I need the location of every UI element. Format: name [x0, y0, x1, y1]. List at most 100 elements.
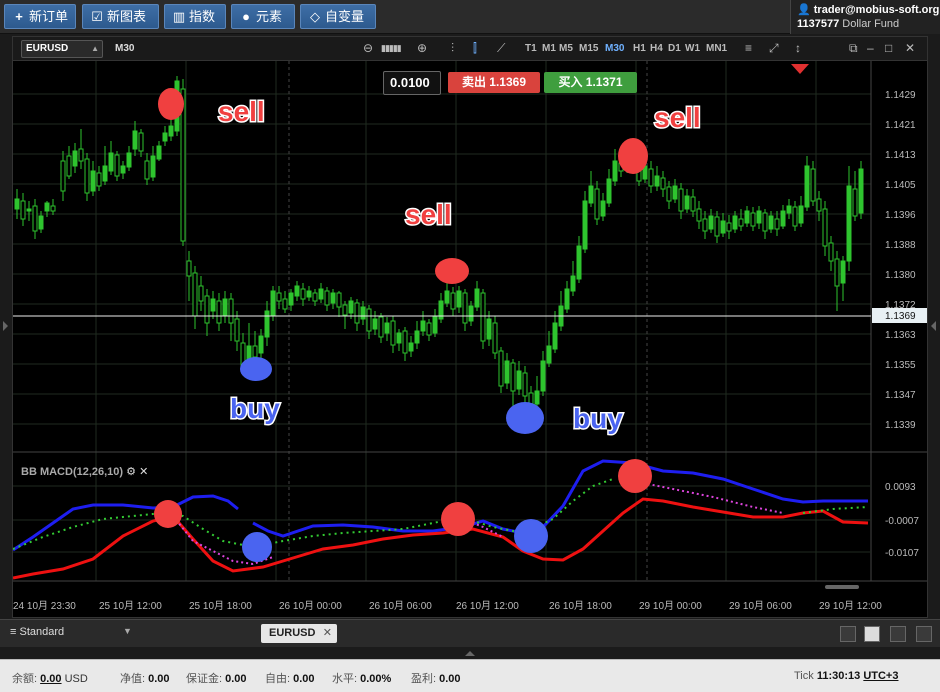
timeframe-m15[interactable]: M15: [579, 43, 598, 54]
symbol-select[interactable]: EURUSD ▲: [21, 40, 103, 58]
current-price-label: 1.1369: [885, 311, 916, 322]
candle-body: [648, 168, 654, 187]
chart-canvas[interactable]: 1.1429 1.1421 1.1413 1.1405 1.1396 1.1388 1.13…: [13, 61, 927, 617]
timeframe-t1[interactable]: T1: [525, 43, 537, 54]
new-order-label: 新订单: [29, 9, 69, 24]
layout-columns-button[interactable]: [890, 626, 906, 642]
indicator-close-icon[interactable]: ✕: [139, 466, 148, 478]
minimize-icon[interactable]: –: [867, 41, 874, 55]
shapes-icon: ●: [242, 9, 250, 24]
candle-body: [300, 288, 306, 300]
new-chart-button[interactable]: ☑ 新图表: [82, 4, 159, 29]
timeframe-d1[interactable]: D1: [668, 43, 681, 54]
zoom-in-icon[interactable]: ⊕: [417, 41, 427, 55]
timeframe-mn1[interactable]: MN1: [706, 43, 727, 54]
close-icon[interactable]: ✕: [905, 41, 915, 55]
candle-body: [270, 290, 276, 317]
sell-button[interactable]: 卖出 1.1369: [448, 72, 540, 93]
candle-body: [660, 177, 666, 190]
timeframe-w1[interactable]: W1: [685, 43, 700, 54]
macd-blue-line: [13, 494, 239, 552]
chart-tab-label: EURUSD: [269, 627, 316, 639]
tab-close-icon[interactable]: ✕: [323, 624, 332, 643]
macd-buy-marker: [242, 532, 272, 562]
balance-value[interactable]: 0.00: [40, 673, 61, 685]
candle-body: [534, 390, 540, 405]
candle-body: [684, 195, 690, 210]
candle-body: [312, 292, 318, 302]
margin-level: 水平: 0.00%: [332, 673, 392, 685]
candle-body: [252, 345, 258, 358]
elements-button[interactable]: ● 元素: [231, 4, 295, 29]
candle-body: [396, 332, 402, 344]
candle-body: [510, 362, 516, 392]
account-panel[interactable]: 👤 trader@mobius-soft.org 1137577 Dollar …: [790, 0, 940, 34]
panel-splitter[interactable]: [0, 647, 940, 659]
candle-body: [342, 304, 348, 316]
expand-arrows-icon[interactable]: ⤢: [769, 41, 779, 56]
candle-body: [168, 125, 174, 137]
candle-body: [38, 215, 44, 230]
new-chart-label: 新图表: [107, 9, 147, 24]
elements-label: 元素: [256, 9, 283, 24]
diamond-icon: ◇: [310, 9, 320, 24]
candle-body: [570, 275, 576, 292]
candle-body: [498, 350, 504, 387]
indicators-button[interactable]: ▥ 指数: [164, 4, 226, 29]
buy-button[interactable]: 买入 1.1371: [544, 72, 637, 93]
candle-body: [336, 292, 342, 308]
detach-icon[interactable]: ⧉: [849, 41, 858, 56]
price-tick-label: 1.1380: [885, 270, 916, 281]
layout-grid-button[interactable]: [864, 626, 880, 642]
candle-body: [408, 342, 414, 352]
timeframe-m30[interactable]: M30: [605, 43, 624, 54]
candle-body: [84, 158, 90, 194]
layout-rows-button[interactable]: [916, 626, 932, 642]
timeframe-m1[interactable]: M1: [542, 43, 556, 54]
lot-size-input[interactable]: 0.0100: [383, 71, 441, 95]
account-number: 1137577: [797, 18, 840, 30]
workspace-value: Standard: [19, 626, 65, 638]
time-tick-label: 26 10月 18:00: [549, 600, 612, 612]
sell-marker: [158, 88, 184, 120]
chevron-down-icon[interactable]: ▼: [123, 626, 132, 636]
candle-body: [522, 372, 528, 397]
candle-body: [708, 215, 714, 230]
candle-body: [474, 288, 480, 308]
list-icon[interactable]: ≡: [745, 41, 752, 55]
chart-toolbar: EURUSD ▲ M30 ⊖ ▮▮▮▮▮ ⊕ ⫶ ⫿ ⟋ T1 M1 M5 M15 M30…: [13, 37, 927, 61]
status-bar: 余额: 0.00 USD 净值: 0.00 保证金: 0.00 自由: 0.00…: [0, 659, 940, 692]
timeframe-m5[interactable]: M5: [559, 43, 573, 54]
chart-tab-eurusd[interactable]: EURUSD ✕: [261, 624, 337, 643]
chart-window[interactable]: EURUSD ▲ M30 ⊖ ▮▮▮▮▮ ⊕ ⫶ ⫿ ⟋ T1 M1 M5 M15 M30…: [12, 36, 928, 618]
plus-icon: +: [15, 9, 23, 24]
candle-body: [450, 292, 456, 310]
new-order-button[interactable]: + 新订单: [4, 4, 76, 29]
timeframe-h4[interactable]: H4: [650, 43, 663, 54]
candle-type-icon[interactable]: ⫿: [473, 41, 477, 56]
candle-body: [348, 300, 354, 314]
price-tick-label: 1.1429: [885, 90, 916, 101]
candle-body: [432, 315, 438, 334]
time-tick-label: 29 10月 12:00: [819, 600, 882, 612]
candle-body: [282, 298, 288, 310]
workspace-select[interactable]: ≡ Standard: [10, 626, 64, 638]
zoom-out-icon[interactable]: ⊖: [363, 41, 373, 55]
timezone-link[interactable]: UTC+3: [863, 670, 898, 682]
gear-icon[interactable]: ⚙: [126, 466, 136, 478]
bar-type-icon[interactable]: ⫶: [451, 41, 454, 56]
candle-body: [132, 130, 138, 150]
layout-single-button[interactable]: [840, 626, 856, 642]
candle-body: [588, 185, 594, 204]
variables-button[interactable]: ◇ 自变量: [300, 4, 376, 29]
server-time: Tick 11:30:13 UTC+3: [794, 670, 899, 682]
indicator-title: BB MACD(12,26,10) ⚙ ✕: [21, 465, 148, 478]
line-type-icon[interactable]: ⟋: [497, 41, 505, 56]
vertical-arrows-icon[interactable]: ↕: [795, 41, 801, 55]
candle-body: [852, 188, 858, 217]
timeframe-h1[interactable]: H1: [633, 43, 646, 54]
zoom-slider-icon[interactable]: ▮▮▮▮▮: [381, 43, 402, 54]
maximize-icon[interactable]: □: [885, 41, 892, 55]
margin: 保证金: 0.00: [186, 673, 247, 685]
candle-body: [222, 298, 228, 317]
